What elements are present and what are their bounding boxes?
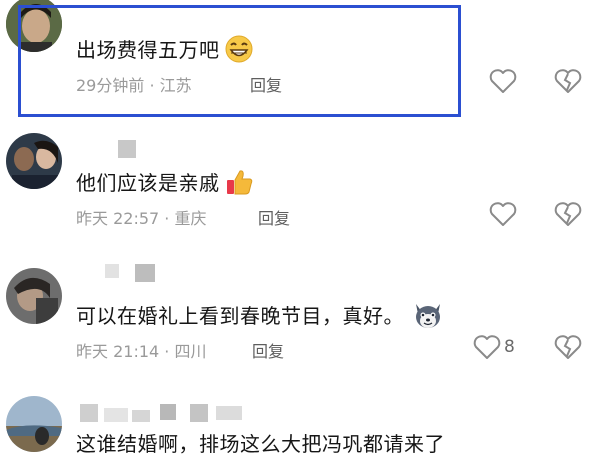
like-count: 8 <box>504 337 515 357</box>
comment-text: 可以在婚礼上看到春晚节目，真好。 <box>76 300 444 335</box>
broken-heart-icon[interactable] <box>553 66 583 96</box>
comment-meta: 昨天 22:57 · 重庆 <box>76 205 207 229</box>
highlight-box <box>18 5 461 117</box>
comment-item: 可以在婚礼上看到春晚节目，真好。 昨天 21:14 · 四川 回复 8 <box>0 260 600 390</box>
meta-separator: · <box>164 209 170 228</box>
comment-time: 昨天 22:57 <box>76 209 160 228</box>
comment-location: 重庆 <box>174 209 207 228</box>
heart-icon[interactable] <box>488 199 518 229</box>
comment-location: 四川 <box>174 342 207 361</box>
comment-time: 昨天 21:14 <box>76 342 160 361</box>
reply-button[interactable]: 回复 <box>252 338 284 362</box>
heart-icon[interactable] <box>488 66 518 96</box>
broken-heart-icon[interactable] <box>553 332 583 362</box>
thumbs-up-icon <box>224 167 254 202</box>
broken-heart-icon[interactable] <box>553 199 583 229</box>
comment-text: 他们应该是亲戚 <box>76 167 254 202</box>
comment-item: 这谁结婚啊，排场这么大把冯巩都请来了 <box>0 390 600 456</box>
comment-text: 这谁结婚啊，排场这么大把冯巩都请来了 <box>76 432 445 456</box>
comment-item: 他们应该是亲戚 昨天 22:57 · 重庆 回复 <box>0 125 600 260</box>
reply-button[interactable]: 回复 <box>258 205 290 229</box>
heart-icon[interactable] <box>472 332 502 362</box>
avatar[interactable] <box>6 268 62 324</box>
husky-dog-icon <box>412 300 444 335</box>
avatar[interactable] <box>6 396 62 452</box>
meta-separator: · <box>164 342 170 361</box>
avatar[interactable] <box>6 133 62 189</box>
comment-meta: 昨天 21:14 · 四川 <box>76 338 207 362</box>
